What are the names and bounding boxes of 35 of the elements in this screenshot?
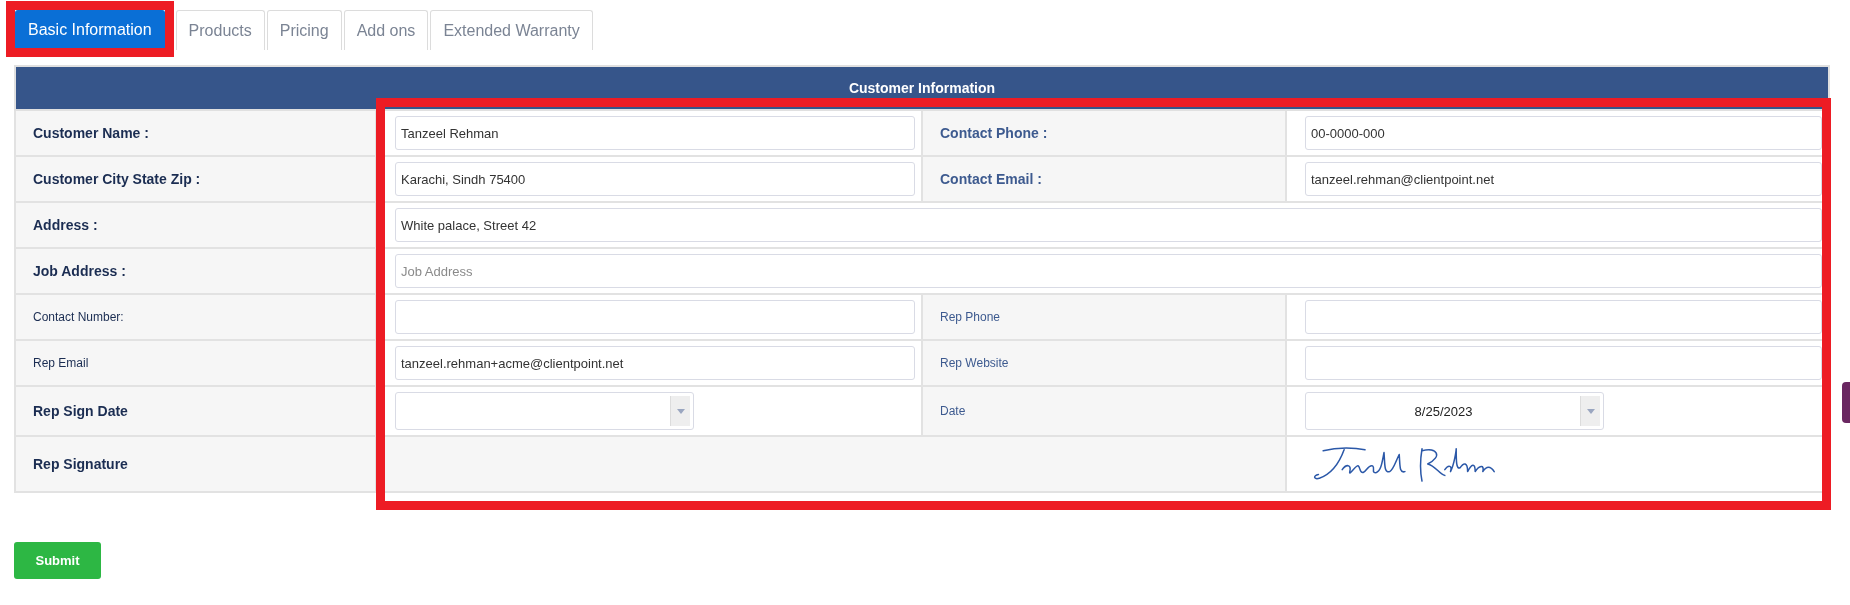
field-label: Rep Phone	[922, 294, 1286, 340]
field-label: Date	[922, 386, 1286, 436]
dropdown-button[interactable]	[1580, 396, 1600, 426]
text-field[interactable]	[1305, 300, 1822, 334]
field-label: Rep Signature	[15, 436, 376, 492]
tab[interactable]: Basic Information	[15, 10, 165, 48]
caret-icon	[676, 408, 685, 414]
text-field[interactable]	[395, 300, 915, 334]
date-field[interactable]: 8/25/2023	[1305, 392, 1604, 430]
field-label: Customer Name :	[15, 110, 376, 156]
text-field[interactable]	[1305, 346, 1822, 380]
field-label: Contact Email :	[922, 156, 1286, 202]
tab[interactable]: Add ons	[343, 10, 429, 50]
text-field[interactable]: Tanzeel Rehman	[395, 116, 915, 150]
text-field[interactable]: 00-0000-000	[1305, 116, 1822, 150]
text-field[interactable]: tanzeel.rehman+acme@clientpoint.net	[395, 346, 915, 380]
side-tab[interactable]	[1842, 382, 1850, 423]
dropdown-button[interactable]	[670, 396, 690, 426]
tab[interactable]: Extended Warranty	[430, 10, 593, 50]
date-field[interactable]	[395, 392, 694, 430]
text-field[interactable]: Job Address	[395, 254, 1822, 288]
field-label: Address :	[15, 202, 376, 248]
field-label: Rep Email	[15, 340, 376, 386]
field-label: Contact Number:	[15, 294, 376, 340]
field-label: Contact Phone :	[922, 110, 1286, 156]
field-label: Job Address :	[15, 248, 376, 294]
field-label: Customer City State Zip :	[15, 156, 376, 202]
text-field[interactable]: Karachi, Sindh 75400	[395, 162, 915, 196]
field-label: Rep Website	[922, 340, 1286, 386]
text-field[interactable]: White palace, Street 42	[395, 208, 1822, 242]
tab[interactable]: Pricing	[266, 10, 342, 50]
field-label: Rep Sign Date	[15, 386, 376, 436]
tab[interactable]: Products	[175, 10, 265, 50]
caret-icon	[1586, 408, 1595, 414]
text-field[interactable]: tanzeel.rehman@clientpoint.net	[1305, 162, 1822, 196]
